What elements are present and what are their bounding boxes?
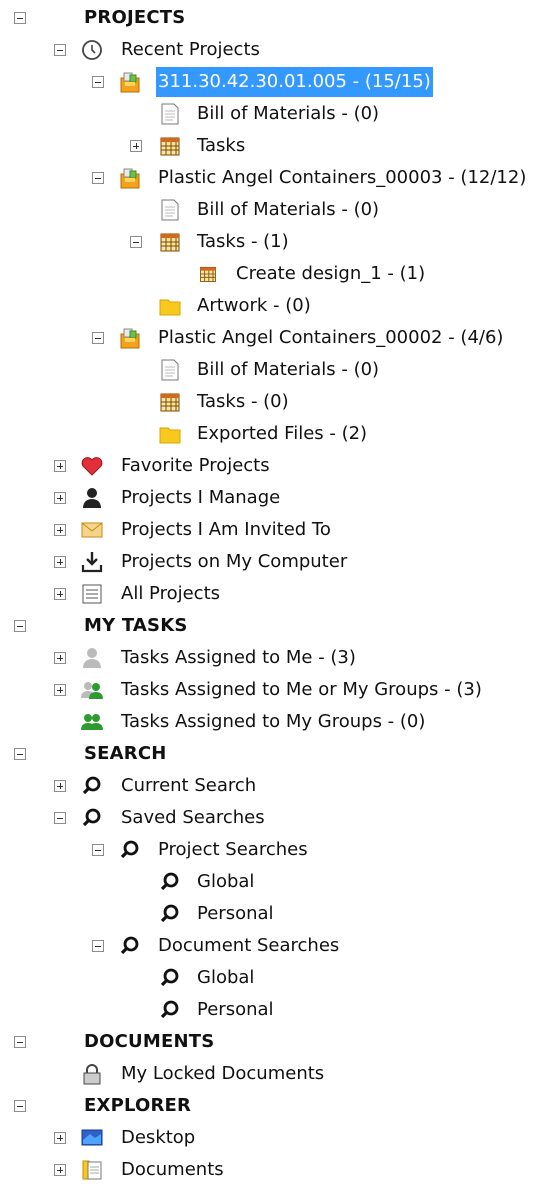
documents-folder-expand-toggle[interactable] (54, 1164, 66, 1176)
tasks-label: Tasks - (1) (197, 231, 289, 252)
projects-invited-expand-toggle[interactable] (54, 524, 66, 536)
recent-projects-label: Recent Projects (121, 39, 260, 60)
document-icon (158, 198, 182, 222)
current-search-expand-toggle[interactable] (54, 780, 66, 792)
user-icon (80, 486, 104, 510)
saved-searches-label: Saved Searches (121, 807, 265, 828)
calendar-icon (158, 134, 182, 158)
calendar-icon (198, 264, 218, 284)
list-icon (80, 582, 104, 606)
document-search-global-label: Global (197, 967, 255, 988)
project-00003-tasks-collapse-toggle[interactable] (130, 236, 142, 248)
my-tasks-collapse-toggle[interactable] (14, 620, 26, 632)
projects-on-computer-expand-toggle[interactable] (54, 556, 66, 568)
all-projects-expand-toggle[interactable] (54, 588, 66, 600)
clock-icon (80, 38, 104, 62)
projects-on-computer-label: Projects on My Computer (121, 551, 348, 572)
my-tasks-header: MY TASKS (84, 615, 188, 636)
project-icon (118, 326, 142, 350)
calendar-icon (158, 390, 182, 414)
project-00003-collapse-toggle[interactable] (92, 172, 104, 184)
download-icon (80, 550, 104, 574)
search-collapse-toggle[interactable] (14, 748, 26, 760)
user-group-icon (80, 678, 104, 702)
documents-collapse-toggle[interactable] (14, 1036, 26, 1048)
bom-label: Bill of Materials - (0) (197, 103, 380, 124)
folder-icon (158, 422, 182, 446)
exported-files-label: Exported Files - (2) (197, 423, 368, 444)
tasks-assigned-me-expand-toggle[interactable] (54, 652, 66, 664)
lock-icon (80, 1062, 104, 1086)
project-311-tasks-expand-toggle[interactable] (130, 140, 142, 152)
recent-projects-collapse-toggle[interactable] (54, 44, 66, 56)
search-icon (158, 902, 182, 926)
document-icon (158, 358, 182, 382)
current-search-label: Current Search (121, 775, 257, 796)
project-searches-label: Project Searches (158, 839, 308, 860)
documents-header: DOCUMENTS (84, 1031, 215, 1052)
project-searches-collapse-toggle[interactable] (92, 844, 104, 856)
tasks-assigned-me-label: Tasks Assigned to Me - (3) (121, 647, 356, 668)
all-projects-label: All Projects (121, 583, 220, 604)
group-icon (80, 710, 104, 734)
search-icon (80, 774, 104, 798)
project-00002-label: Plastic Angel Containers_00002 - (4/6) (158, 327, 504, 348)
explorer-collapse-toggle[interactable] (14, 1100, 26, 1112)
document-icon (158, 102, 182, 126)
project-00002-collapse-toggle[interactable] (92, 332, 104, 344)
tasks-assigned-me-groups-expand-toggle[interactable] (54, 684, 66, 696)
tasks-label: Tasks (197, 135, 246, 156)
projects-i-manage-label: Projects I Manage (121, 487, 281, 508)
search-icon (158, 966, 182, 990)
document-searches-collapse-toggle[interactable] (92, 940, 104, 952)
search-header: SEARCH (84, 743, 167, 764)
desktop-label: Desktop (121, 1127, 196, 1148)
favorite-projects-expand-toggle[interactable] (54, 460, 66, 472)
calendar-icon (158, 230, 182, 254)
tasks-assigned-me-groups-label: Tasks Assigned to Me or My Groups - (3) (121, 679, 482, 700)
user-gray-icon (80, 646, 104, 670)
project-search-personal-label: Personal (197, 903, 274, 924)
desktop-icon (80, 1126, 104, 1150)
favorite-projects-label: Favorite Projects (121, 455, 270, 476)
project-00003-label: Plastic Angel Containers_00003 - (12/12) (158, 167, 527, 188)
bom-label: Bill of Materials - (0) (197, 199, 380, 220)
search-icon (158, 998, 182, 1022)
projects-header: PROJECTS (84, 7, 186, 28)
search-icon (118, 934, 142, 958)
saved-searches-collapse-toggle[interactable] (54, 812, 66, 824)
tasks-assigned-groups-label: Tasks Assigned to My Groups - (0) (121, 711, 426, 732)
search-icon (80, 806, 104, 830)
documents-folder-label: Documents (121, 1159, 224, 1180)
project-311-label: 311.30.42.30.01.005 - (15/15) (156, 67, 433, 97)
project-icon (118, 70, 142, 94)
bom-label: Bill of Materials - (0) (197, 359, 380, 380)
tasks-label: Tasks - (0) (197, 391, 289, 412)
artwork-label: Artwork - (0) (197, 295, 311, 316)
envelope-icon (80, 518, 104, 542)
explorer-header: EXPLORER (84, 1095, 192, 1116)
projects-i-manage-expand-toggle[interactable] (54, 492, 66, 504)
folder-icon (158, 294, 182, 318)
search-icon (118, 838, 142, 862)
task-create-design-label: Create design_1 - (1) (236, 263, 426, 284)
project-icon (118, 166, 142, 190)
heart-icon (80, 454, 104, 478)
projects-invited-label: Projects I Am Invited To (121, 519, 331, 540)
project-311-collapse-toggle[interactable] (92, 76, 104, 88)
documents-folder-icon (80, 1158, 104, 1182)
search-icon (158, 870, 182, 894)
projects-collapse-toggle[interactable] (14, 12, 26, 24)
project-search-global-label: Global (197, 871, 255, 892)
document-searches-label: Document Searches (158, 935, 340, 956)
document-search-personal-label: Personal (197, 999, 274, 1020)
locked-documents-label: My Locked Documents (121, 1063, 325, 1084)
desktop-expand-toggle[interactable] (54, 1132, 66, 1144)
